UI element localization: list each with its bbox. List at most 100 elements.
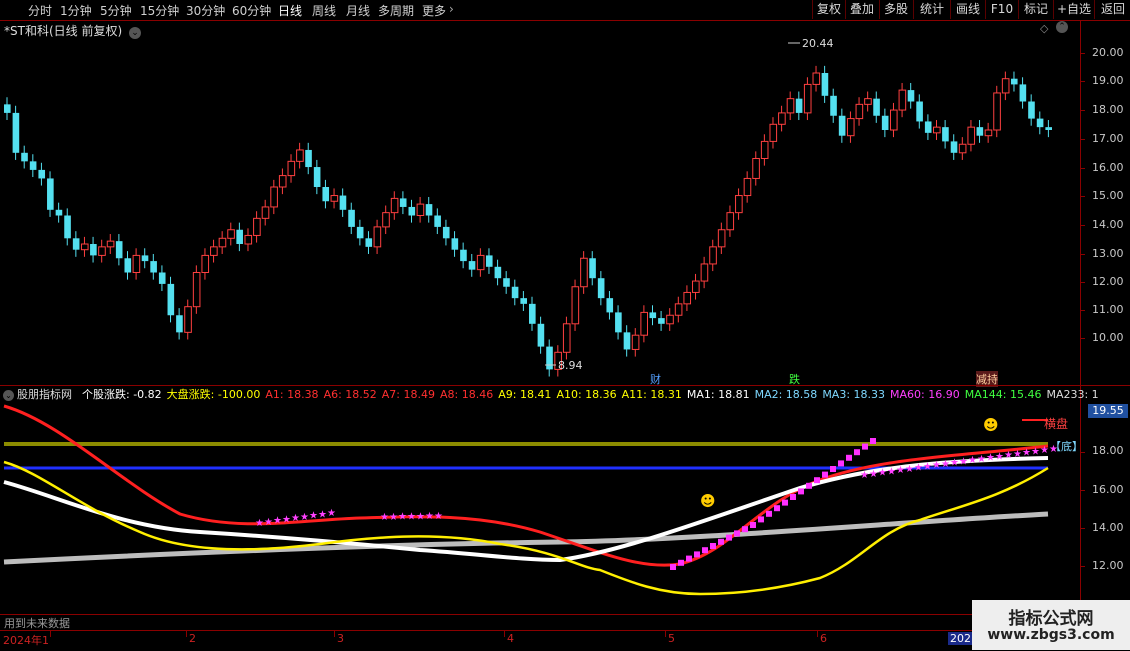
draw-line-button[interactable]: 画线 (950, 0, 985, 19)
time-label-highlight: 202 (948, 632, 973, 645)
candle-down (830, 95, 837, 116)
candle-up (778, 112, 786, 125)
price-label: 19.00 (1092, 74, 1124, 87)
smiley-icon: ☻ (700, 492, 716, 510)
price-axis-divider (1080, 20, 1081, 632)
candle-down (916, 101, 923, 122)
candle-up (373, 226, 382, 248)
star-signal-icon: ★ (407, 512, 416, 523)
candle-down (907, 90, 915, 102)
candle-up (227, 229, 235, 239)
period-tab-daily[interactable]: 日线 (278, 2, 302, 19)
candle-up (580, 257, 588, 288)
period-tab-1min[interactable]: 1分钟 (60, 2, 92, 19)
candle-down (468, 261, 476, 270)
period-tab-15min[interactable]: 15分钟 (140, 2, 179, 19)
candle-up (674, 303, 683, 316)
adjust-button[interactable]: 复权 (812, 0, 845, 19)
candle-down (339, 195, 347, 210)
add-watchlist-button[interactable]: +自选 (1053, 0, 1094, 19)
candle-up (562, 323, 571, 353)
candle-up (201, 254, 210, 273)
signal-bar (838, 460, 844, 467)
candle-down (924, 121, 932, 133)
star-signal-icon: ★ (255, 518, 264, 529)
candle-up (760, 140, 769, 160)
chevron-right-icon[interactable]: › (449, 2, 454, 16)
signal-bar (702, 547, 708, 554)
period-tab-more[interactable]: 更多 (422, 2, 446, 19)
indicator-chart[interactable]: ★ ★ ★ ★ ★ ★ ★ ★ ★ ★ ★ ★ ★ ★ ★ ★★ ★ ★ ★ ★ ★ ★ ★ ★ ★ ★ ★ ★ ★ ★ ★ ★ ★ ★ ★ ★ ★ ☻… (0, 402, 1080, 614)
candlestick-chart[interactable]: 20.44 8.94 (0, 20, 1080, 385)
signal-bar (670, 564, 676, 570)
candle-down (623, 332, 631, 350)
sideways-tag: 横盘 (1044, 416, 1068, 431)
period-tab-5min[interactable]: 5分钟 (100, 2, 132, 19)
star-signal-icon: ★ (273, 516, 282, 527)
candle-down (12, 112, 20, 153)
star-signal-icon: ★ (398, 512, 407, 523)
signal-bar (766, 510, 772, 517)
signal-bar (694, 551, 700, 558)
signal-bar (814, 477, 820, 484)
star-signal-icon: ★ (887, 466, 896, 477)
period-tab-30min[interactable]: 30分钟 (186, 2, 225, 19)
candle-down (64, 215, 71, 239)
high-marker: 20.44 (788, 37, 834, 50)
period-toolbar: 分时 1分钟 5分钟 15分钟 30分钟 60分钟 日线 周线 月线 多周期 更… (0, 0, 1130, 21)
candle-down (881, 115, 889, 130)
watermark-title: 指标公式网 (1008, 609, 1094, 629)
time-label: 6 (820, 632, 827, 645)
multi-stock-button[interactable]: 多股 (879, 0, 912, 19)
candle-up (261, 206, 270, 219)
settings-icon[interactable]: ⌄ (3, 390, 14, 401)
statistics-button[interactable]: 统计 (913, 0, 950, 19)
price-label: 16.00 (1092, 161, 1124, 174)
star-signal-icon: ★ (968, 455, 977, 466)
indicator-value: MA60: 16.90 (890, 388, 960, 401)
candle-up (683, 291, 692, 305)
candle-up (700, 263, 709, 282)
smiley-icon: ☻ (983, 416, 999, 434)
candle-down (305, 149, 312, 168)
star-signal-icon: ★ (300, 512, 309, 523)
period-tab-weekly[interactable]: 周线 (312, 2, 336, 19)
candle-down (38, 169, 46, 179)
price-label: 20.00 (1092, 46, 1124, 59)
candle-up (631, 334, 640, 350)
signal-bar (686, 555, 692, 562)
indicator-value: A11: 18.31 (621, 388, 682, 401)
overlay-button[interactable]: 叠加 (845, 0, 878, 19)
candle-down (873, 98, 880, 116)
indicator-value: MA2: 18.58 (754, 388, 818, 401)
candle-down (1028, 101, 1035, 119)
candle-down (236, 229, 243, 244)
period-tab-fenshi[interactable]: 分时 (28, 2, 52, 19)
f10-button[interactable]: F10 (985, 0, 1018, 19)
star-signal-icon: ★ (425, 511, 434, 522)
watermark-logo: 指标公式网 www.zbgs3.com (972, 600, 1130, 650)
back-button[interactable]: 返回 (1094, 0, 1130, 19)
period-tab-60min[interactable]: 60分钟 (232, 2, 271, 19)
candle-up (709, 246, 717, 265)
candle-down (520, 298, 527, 304)
indicator-value: 大盘涨跌: -100.00 (166, 388, 261, 401)
signal-bar (790, 494, 796, 500)
signal-bar (774, 505, 780, 512)
candle-up (864, 98, 872, 105)
candle-down (451, 238, 459, 250)
signal-bar (830, 466, 836, 472)
time-label: 5 (668, 632, 675, 645)
candle-up (984, 129, 993, 137)
signal-bar (750, 522, 756, 528)
signal-bar (726, 534, 732, 541)
candle-down (158, 272, 166, 284)
signal-bar (822, 471, 828, 478)
mark-button[interactable]: 标记 (1018, 0, 1053, 19)
candle-up (218, 237, 227, 248)
candle-up (106, 240, 115, 248)
period-tab-multi[interactable]: 多周期 (378, 2, 414, 19)
candle-up (192, 272, 201, 308)
indicator-name[interactable]: 股朋指标网 (17, 388, 72, 401)
period-tab-monthly[interactable]: 月线 (346, 2, 370, 19)
